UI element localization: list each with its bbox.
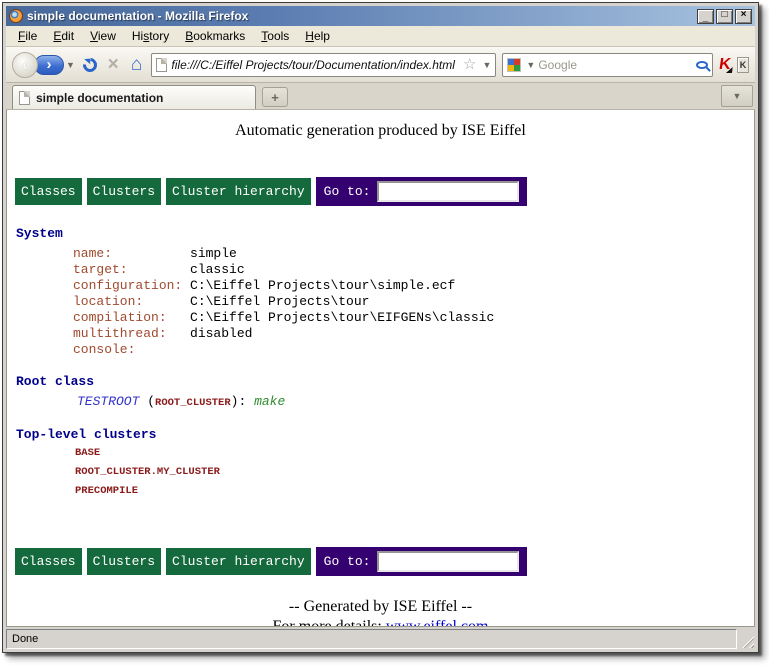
search-engine-dropdown-icon[interactable]: ▼	[526, 60, 535, 70]
close-button[interactable]: ×	[735, 9, 752, 24]
cluster-item: PRECOMPILE	[7, 483, 754, 499]
goto-input[interactable]	[377, 551, 519, 572]
back-button[interactable]: ‹	[12, 52, 38, 78]
tab-page-icon	[19, 91, 30, 105]
tab-bar: simple documentation + ▼	[6, 83, 755, 110]
tab-simple-documentation[interactable]: simple documentation	[12, 85, 256, 109]
page-footer: -- Generated by ISE Eiffel -- For more d…	[7, 597, 754, 627]
reload-button[interactable]	[81, 52, 99, 78]
system-section: System name:simple target:classic config…	[7, 226, 754, 358]
goto-label: Go to:	[324, 184, 371, 199]
top-level-clusters-section: Top-level clusters BASE ROOT_CLUSTER.MY_…	[7, 427, 754, 499]
goto-label: Go to:	[324, 554, 371, 569]
system-row: location:C:\Eiffel Projects\tour	[7, 294, 754, 310]
resize-grip[interactable]	[739, 629, 755, 649]
status-bar: Done	[6, 627, 755, 649]
system-rows: name:simple target:classic configuration…	[7, 246, 754, 358]
menu-bookmarks[interactable]: Bookmarks	[177, 27, 253, 45]
forward-button[interactable]: ›	[34, 55, 64, 75]
home-icon: ⌂	[131, 55, 142, 74]
history-dropdown-icon[interactable]: ▼	[66, 60, 75, 70]
root-class-line: TESTROOT (ROOT_CLUSTER): make	[7, 393, 754, 412]
url-dropdown-icon[interactable]: ▼	[483, 60, 492, 70]
screenshot-canvas: simple documentation - Mozilla Firefox _…	[0, 0, 769, 671]
creation-feature-link[interactable]: make	[254, 394, 285, 409]
root-cluster-ref: ROOT_CLUSTER	[155, 397, 231, 409]
stop-icon: ×	[108, 55, 119, 74]
kaspersky-icon[interactable]: K	[718, 57, 732, 73]
maximize-icon: □	[721, 10, 727, 20]
menu-view[interactable]: View	[82, 27, 124, 45]
menu-file[interactable]: File	[10, 27, 45, 45]
system-section-title: System	[7, 226, 754, 241]
system-row: compilation:C:\Eiffel Projects\tour\EIFG…	[7, 310, 754, 326]
system-row: multithread:disabled	[7, 326, 754, 342]
clusters-button[interactable]: Clusters	[87, 548, 161, 575]
menu-history[interactable]: History	[124, 27, 177, 45]
goto-box: Go to:	[316, 177, 528, 206]
menu-bar: File Edit View History Bookmarks Tools H…	[6, 26, 755, 47]
search-box[interactable]: ▼	[502, 53, 713, 77]
firefox-icon	[9, 9, 23, 23]
menu-edit[interactable]: Edit	[45, 27, 82, 45]
goto-input[interactable]	[377, 181, 519, 202]
search-input[interactable]	[538, 58, 693, 72]
eiffel-com-link[interactable]: www.eiffel.com	[386, 618, 489, 627]
firefox-window: simple documentation - Mozilla Firefox _…	[2, 2, 759, 653]
back-icon: ‹	[22, 55, 28, 75]
home-button[interactable]: ⌂	[128, 52, 146, 78]
menu-help[interactable]: Help	[297, 27, 338, 45]
root-class-section: Root class TESTROOT (ROOT_CLUSTER): make	[7, 374, 754, 412]
window-controls: _ □ ×	[697, 9, 752, 24]
k-extension-button[interactable]: K	[737, 57, 749, 73]
cluster-hierarchy-button[interactable]: Cluster hierarchy	[166, 548, 311, 575]
url-text[interactable]: file:///C:/Eiffel Projects/tour/Document…	[171, 58, 459, 72]
goto-box: Go to:	[316, 547, 528, 576]
classes-button[interactable]: Classes	[15, 178, 82, 205]
tab-label: simple documentation	[36, 91, 163, 105]
back-forward-group: ‹ › ▼	[12, 52, 75, 78]
system-row: console:	[7, 342, 754, 358]
minimize-button[interactable]: _	[697, 9, 714, 24]
minimize-icon: _	[703, 13, 709, 23]
bookmark-star-icon[interactable]: ☆	[463, 57, 476, 72]
eiffel-nav-bar-top: Classes Clusters Cluster hierarchy Go to…	[15, 177, 754, 206]
close-icon: ×	[741, 10, 747, 20]
more-details-line: For more details: www.eiffel.com	[7, 617, 754, 627]
address-bar[interactable]: file:///C:/Eiffel Projects/tour/Document…	[151, 53, 496, 77]
page-icon	[156, 58, 167, 72]
reload-icon	[80, 55, 100, 75]
stop-button[interactable]: ×	[104, 52, 122, 78]
window-title: simple documentation - Mozilla Firefox	[27, 9, 693, 23]
navigation-toolbar: ‹ › ▼ × ⌂ file:///C:/Eiffel Projects/tou…	[6, 47, 755, 83]
new-tab-button[interactable]: +	[262, 87, 288, 107]
chevron-down-icon: ▼	[733, 91, 742, 101]
system-row: configuration:C:\Eiffel Projects\tour\si…	[7, 278, 754, 294]
list-all-tabs-button[interactable]: ▼	[721, 85, 753, 107]
classes-button[interactable]: Classes	[15, 548, 82, 575]
page-content: Automatic generation produced by ISE Eif…	[6, 110, 755, 627]
title-bar: simple documentation - Mozilla Firefox _…	[6, 6, 755, 26]
forward-icon: ›	[47, 56, 52, 73]
eiffel-nav-bar-bottom: Classes Clusters Cluster hierarchy Go to…	[15, 547, 754, 576]
menu-tools[interactable]: Tools	[253, 27, 297, 45]
root-class-section-title: Root class	[7, 374, 754, 389]
cluster-hierarchy-button[interactable]: Cluster hierarchy	[166, 178, 311, 205]
cluster-item: BASE	[7, 445, 754, 461]
generated-by-text: -- Generated by ISE Eiffel --	[7, 597, 754, 617]
system-row: target:classic	[7, 262, 754, 278]
cluster-item: ROOT_CLUSTER.MY_CLUSTER	[7, 464, 754, 480]
status-text: Done	[6, 629, 737, 649]
clusters-button[interactable]: Clusters	[87, 178, 161, 205]
search-icon[interactable]	[696, 61, 708, 69]
clusters-section-title: Top-level clusters	[7, 427, 754, 442]
system-row: name:simple	[7, 246, 754, 262]
root-class-link[interactable]: TESTROOT	[77, 394, 139, 409]
google-engine-icon[interactable]	[507, 58, 521, 72]
maximize-button[interactable]: □	[716, 9, 733, 24]
page-title: Automatic generation produced by ISE Eif…	[7, 122, 754, 140]
